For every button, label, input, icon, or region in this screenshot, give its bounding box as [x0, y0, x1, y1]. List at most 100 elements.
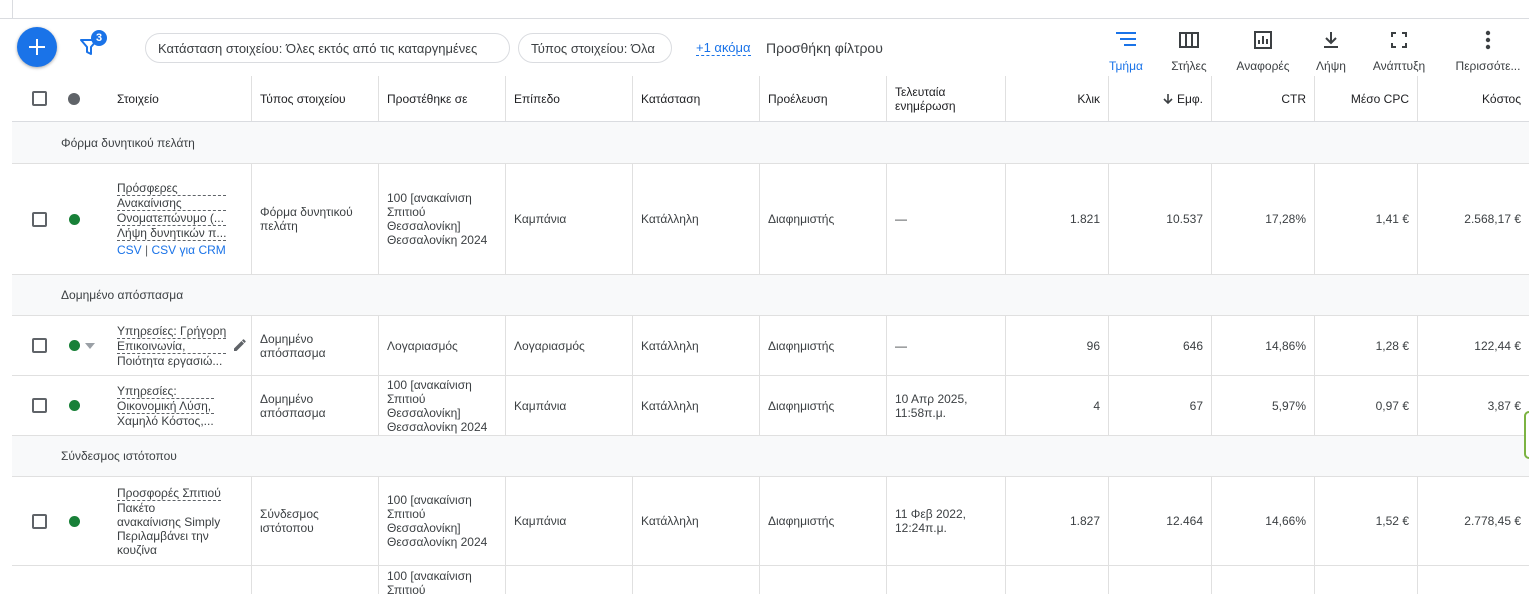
download-button[interactable]: Λήψη	[1313, 28, 1349, 74]
header-ctr[interactable]: CTR	[1211, 76, 1314, 121]
left-rule	[12, 0, 13, 19]
item-link-line[interactable]: Ποιότητα εργασιώ...	[117, 354, 226, 368]
cost-cell: 122,44 €	[1417, 316, 1529, 375]
item-link-line[interactable]: Οικονομική Λύση,	[117, 399, 214, 414]
section-row: Δομημένο απόσπασμα	[12, 275, 1529, 316]
status-dot	[69, 340, 80, 351]
section-label: Φόρμα δυνητικού πελάτη	[61, 135, 195, 150]
status-dot	[69, 515, 80, 527]
horizontal-scroll-handle[interactable]	[1524, 411, 1529, 459]
added-to-cell: Λογαριασμός	[378, 316, 505, 375]
item-link-line[interactable]: Επικοινωνία,	[117, 339, 227, 354]
section-label: Σύνδεσμος ιστότοπου	[61, 449, 177, 463]
segment-button[interactable]: Τμήμα	[1106, 28, 1146, 74]
header-item[interactable]: Στοιχείο	[109, 76, 251, 121]
type-cell: Δομημένο απόσπασμα	[251, 316, 378, 375]
ctr-cell: 5,97%	[1211, 376, 1314, 435]
header-added-to[interactable]: Προστέθηκε σε	[378, 76, 505, 121]
header-last-update[interactable]: Τελευταία ενημέρωση	[886, 76, 1005, 121]
header-status[interactable]: Κατάσταση	[632, 76, 759, 121]
added-to-cell: 100 [ανακαίνιση Σπιτιού Θεσσαλονίκη] Θεσ…	[378, 376, 505, 435]
item-link-line[interactable]: Ονοματεπώνυμο (...	[117, 211, 227, 226]
clicks-cell: 4	[1005, 376, 1108, 435]
header-cost[interactable]: Κόστος	[1417, 76, 1529, 121]
cost-cell: 3,87 €	[1417, 376, 1529, 435]
avg-cpc-cell: 0,97 €	[1314, 376, 1417, 435]
last-update-cell: 11 Φεβ 2022, 12:24π.μ.	[886, 477, 1005, 565]
columns-icon	[1179, 32, 1199, 48]
source-cell: Διαφημιστής	[759, 376, 886, 435]
filter-chip-item-type[interactable]: Τύπος στοιχείου: Όλα	[518, 33, 672, 63]
row-checkbox[interactable]	[32, 513, 47, 529]
ctr-cell: 14,86%	[1211, 316, 1314, 375]
cost-cell: 2.778,45 €	[1417, 477, 1529, 565]
item-link[interactable]: Πρόσφερες	[117, 181, 227, 196]
reports-button[interactable]: Αναφορές	[1231, 28, 1295, 74]
last-update-cell: —	[886, 316, 1005, 375]
item-link[interactable]: Υπηρεσίες: Γρήγορη	[117, 324, 227, 339]
reports-icon	[1254, 31, 1272, 49]
impressions-cell: 67	[1108, 376, 1211, 435]
ctr-cell: 14,66%	[1211, 477, 1314, 565]
filter-button[interactable]: 3	[78, 30, 110, 62]
link-separator: |	[145, 243, 149, 257]
impressions-cell: 12.464	[1108, 477, 1211, 565]
source-cell: Διαφημιστής	[759, 316, 886, 375]
table-row: Υπηρεσίες: Γρήγορη Επικοινωνία, Ποιότητα…	[12, 316, 1529, 376]
impressions-cell: 10.537	[1108, 164, 1211, 274]
avg-cpc-cell: 1,41 €	[1314, 164, 1417, 274]
csv-crm-link[interactable]: CSV για CRM	[152, 243, 226, 257]
type-cell: Σύνδεσμος ιστότοπου	[251, 477, 378, 565]
item-link-line[interactable]: Λήψη δυνητικών π...	[117, 226, 227, 241]
add-button[interactable]	[17, 27, 57, 67]
item-link[interactable]: Υπηρεσίες:	[117, 384, 214, 399]
last-update-cell: 10 Απρ 2025, 11:58π.μ.	[886, 376, 1005, 435]
select-all-checkbox[interactable]	[32, 91, 47, 106]
toolbar: 3 Κατάσταση στοιχείου: Όλες εκτός από τι…	[0, 20, 1529, 76]
status-column-icon	[68, 92, 80, 105]
header-type[interactable]: Τύπος στοιχείου	[251, 76, 378, 121]
expand-icon	[1391, 32, 1407, 48]
csv-link[interactable]: CSV	[117, 243, 142, 257]
caret-down-icon[interactable]	[85, 342, 95, 349]
plus-icon	[29, 39, 45, 55]
item-link-line[interactable]: Ανακαίνισης	[117, 196, 227, 211]
header-impressions-label: Εμφ.	[1176, 91, 1203, 106]
avg-cpc-cell: 1,28 €	[1314, 316, 1417, 375]
status-cell: Κατάλληλη	[632, 477, 759, 565]
status-dot	[69, 400, 80, 411]
item-cell: Πρόσφερες Ανακαίνισης Ονοματεπώνυμο (...…	[117, 181, 227, 257]
level-cell: Καμπάνια	[505, 477, 632, 565]
item-description: Πακέτο	[117, 500, 156, 515]
header-level[interactable]: Επίπεδο	[505, 76, 632, 121]
level-cell: Λογαριασμός	[505, 316, 632, 375]
status-cell: Κατάλληλη	[632, 316, 759, 375]
edit-pencil-icon[interactable]	[233, 338, 247, 352]
status-cell: Κατάλληλη	[632, 164, 759, 274]
header-impressions[interactable]: Εμφ.	[1108, 76, 1211, 121]
segment-icon	[1116, 32, 1136, 46]
row-checkbox[interactable]	[32, 211, 47, 227]
add-filter-button[interactable]: Προσθήκη φίλτρου	[766, 40, 883, 56]
row-checkbox[interactable]	[32, 398, 47, 413]
more-filters-link[interactable]: +1 ακόμα	[696, 41, 751, 56]
clicks-cell: 1.821	[1005, 164, 1108, 274]
item-link-line[interactable]: Χαμηλό Κόστος,...	[117, 414, 214, 428]
header-avg-cpc[interactable]: Μέσο CPC	[1314, 76, 1417, 121]
expand-button[interactable]: Ανάπτυξη	[1368, 28, 1430, 74]
row-checkbox[interactable]	[32, 338, 47, 353]
header-clicks[interactable]: Κλικ	[1005, 76, 1108, 121]
filter-chip-item-status[interactable]: Κατάσταση στοιχείου: Όλες εκτός από τις …	[145, 33, 510, 63]
level-cell: Καμπάνια	[505, 164, 632, 274]
item-description: κουζίνα	[117, 542, 157, 557]
header-source[interactable]: Προέλευση	[759, 76, 886, 121]
clicks-cell: 1.827	[1005, 477, 1108, 565]
added-to-cell: 100 [ανακαίνιση Σπιτιού Θεσσαλονίκη] Θεσ…	[378, 164, 505, 274]
top-strip	[0, 0, 1529, 19]
table-row: 100 [ανακαίνιση Σπιτιού	[12, 566, 1529, 594]
more-button[interactable]: Περισσότε...	[1449, 28, 1527, 74]
columns-button[interactable]: Στήλες	[1166, 28, 1212, 74]
item-link[interactable]: Προσφορές Σπιτιού	[117, 486, 221, 501]
added-to-cell: 100 [ανακαίνιση Σπιτιού	[378, 566, 505, 594]
impressions-cell: 646	[1108, 316, 1211, 375]
